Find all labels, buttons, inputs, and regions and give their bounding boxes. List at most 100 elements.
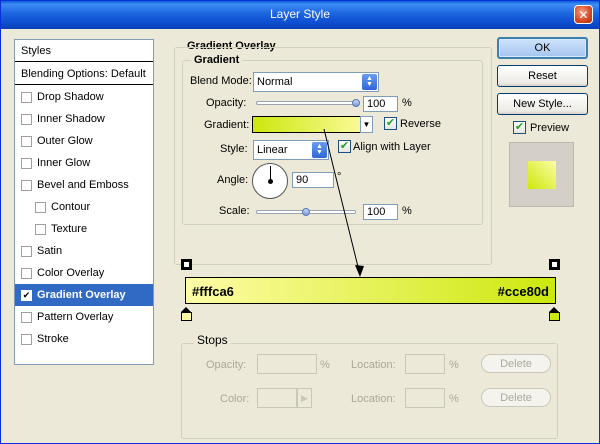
color-stop-right[interactable]: [549, 307, 560, 321]
style-item-label: Texture: [51, 223, 88, 235]
angle-dial[interactable]: [252, 163, 288, 199]
stop-color-location-percent: %: [449, 393, 459, 405]
style-item-checkbox[interactable]: [21, 91, 32, 103]
color-stop-right-swatch: [549, 312, 560, 321]
preview-checkbox[interactable]: ✔: [513, 121, 526, 134]
style-item-label: Drop Shadow: [37, 91, 104, 103]
stop-opacity-location-input[interactable]: [405, 354, 445, 374]
scale-input[interactable]: 100: [363, 204, 398, 220]
style-item-label: Satin: [37, 245, 63, 257]
scale-slider-thumb[interactable]: [302, 208, 310, 216]
gradient-group-title: Gradient: [191, 54, 243, 66]
style-item-outer-glow[interactable]: Outer Glow: [15, 130, 153, 152]
preview-swatch: [528, 161, 556, 189]
style-item-inner-shadow[interactable]: Inner Shadow: [15, 108, 153, 130]
gradient-swatch[interactable]: [252, 116, 373, 133]
style-item-drop-shadow[interactable]: Drop Shadow: [15, 86, 153, 108]
style-item-label: Pattern Overlay: [37, 311, 114, 323]
close-button[interactable]: ✕: [574, 5, 593, 24]
checkmark-icon: ✔: [339, 140, 350, 152]
color-stop-left[interactable]: [181, 307, 192, 321]
scale-percent: %: [402, 205, 412, 217]
styles-list: Styles Blending Options: Default Drop Sh…: [14, 39, 154, 365]
style-item-satin[interactable]: Satin: [15, 240, 153, 262]
opacity-percent: %: [402, 97, 412, 109]
close-icon: ✕: [578, 7, 589, 22]
select-arrows-icon: ▲ ▼: [362, 74, 377, 90]
blend-mode-value: Normal: [257, 76, 293, 88]
angle-label: Angle:: [217, 174, 249, 186]
stop-color-swatch[interactable]: [257, 388, 297, 408]
style-item-checkbox[interactable]: [21, 113, 32, 125]
style-item-label: Inner Shadow: [37, 113, 105, 125]
style-item-checkbox[interactable]: [21, 157, 32, 169]
style-item-checkbox[interactable]: [21, 333, 32, 345]
stop-opacity-input[interactable]: [257, 354, 317, 374]
style-item-label: Stroke: [37, 333, 69, 345]
left-color-hex: #fffca6: [192, 284, 234, 299]
stop-opacity-percent: %: [320, 359, 330, 371]
preview-label: Preview: [530, 122, 570, 134]
dropdown-arrow-icon: ▼: [362, 120, 371, 129]
style-item-checkbox[interactable]: [35, 201, 46, 213]
reverse-label: Reverse: [400, 118, 441, 130]
style-item-checkbox[interactable]: [21, 245, 32, 257]
opacity-stop-left[interactable]: [181, 259, 192, 270]
blend-mode-label: Blend Mode:: [190, 75, 252, 87]
color-stop-left-swatch: [181, 312, 192, 321]
style-item-label: Color Overlay: [37, 267, 105, 279]
style-item-bevel-and-emboss[interactable]: Bevel and Emboss: [15, 174, 153, 196]
stops-title: Stops: [194, 333, 231, 347]
opacity-slider[interactable]: [256, 101, 356, 105]
style-item-stroke[interactable]: Stroke: [15, 328, 153, 350]
style-item-contour[interactable]: Contour: [15, 196, 153, 218]
stop-opacity-label: Opacity:: [206, 359, 247, 371]
window-title: Layer Style: [269, 7, 331, 21]
select-arrows-icon: ▲ ▼: [312, 142, 327, 158]
align-with-layer-label: Align with Layer: [353, 141, 431, 153]
style-item-label: Inner Glow: [37, 157, 91, 169]
angle-input[interactable]: 90: [292, 172, 334, 188]
opacity-input[interactable]: 100: [363, 96, 398, 112]
gradient-label: Gradient:: [204, 119, 250, 131]
opacity-stop-right[interactable]: [549, 259, 560, 270]
style-item-label: Outer Glow: [37, 135, 93, 147]
reset-button[interactable]: Reset: [497, 65, 588, 87]
style-item-gradient-overlay[interactable]: ✔ Gradient Overlay: [15, 284, 153, 306]
style-item-label: Gradient Overlay: [37, 289, 126, 301]
delete-opacity-stop-button[interactable]: Delete: [481, 354, 551, 373]
style-item-checkbox[interactable]: [21, 135, 32, 147]
reverse-checkbox[interactable]: ✔: [384, 117, 397, 130]
dialog-client: Styles Blending Options: Default Drop Sh…: [1, 29, 599, 443]
style-item-color-overlay[interactable]: Color Overlay: [15, 262, 153, 284]
stop-color-location-label: Location:: [351, 393, 396, 405]
ok-button[interactable]: OK: [497, 37, 588, 59]
style-value: Linear: [257, 144, 288, 156]
gradient-picker-dropdown[interactable]: ▼: [360, 116, 373, 133]
opacity-label: Opacity:: [206, 97, 247, 109]
stop-color-location-input[interactable]: [405, 388, 445, 408]
style-item-inner-glow[interactable]: Inner Glow: [15, 152, 153, 174]
style-item-checkbox[interactable]: [21, 311, 32, 323]
style-item-label: Contour: [51, 201, 91, 213]
new-style-button[interactable]: New Style...: [497, 93, 588, 115]
styles-header[interactable]: Styles: [15, 40, 153, 62]
style-item-checkbox[interactable]: [35, 223, 46, 235]
title-bar[interactable]: Layer Style ✕: [1, 1, 599, 29]
gradient-editor-bar[interactable]: #fffca6 #cce80d: [185, 277, 556, 304]
style-item-checkbox[interactable]: [21, 267, 32, 279]
delete-color-stop-button[interactable]: Delete: [481, 388, 551, 407]
right-color-hex: #cce80d: [497, 284, 549, 299]
opacity-slider-thumb[interactable]: [352, 99, 360, 107]
style-item-pattern-overlay[interactable]: Pattern Overlay: [15, 306, 153, 328]
style-item-checkbox[interactable]: ✔: [21, 289, 32, 301]
stop-color-dropdown[interactable]: ▶: [297, 388, 312, 408]
align-with-layer-checkbox[interactable]: ✔: [338, 140, 351, 153]
angle-dial-center: [268, 179, 273, 184]
style-item-checkbox[interactable]: [21, 179, 32, 191]
style-item-texture[interactable]: Texture: [15, 218, 153, 240]
blend-mode-select[interactable]: Normal ▲ ▼: [253, 72, 379, 92]
blending-options-item[interactable]: Blending Options: Default: [15, 63, 153, 85]
style-item-label: Bevel and Emboss: [37, 179, 129, 191]
style-select[interactable]: Linear ▲ ▼: [253, 140, 329, 160]
